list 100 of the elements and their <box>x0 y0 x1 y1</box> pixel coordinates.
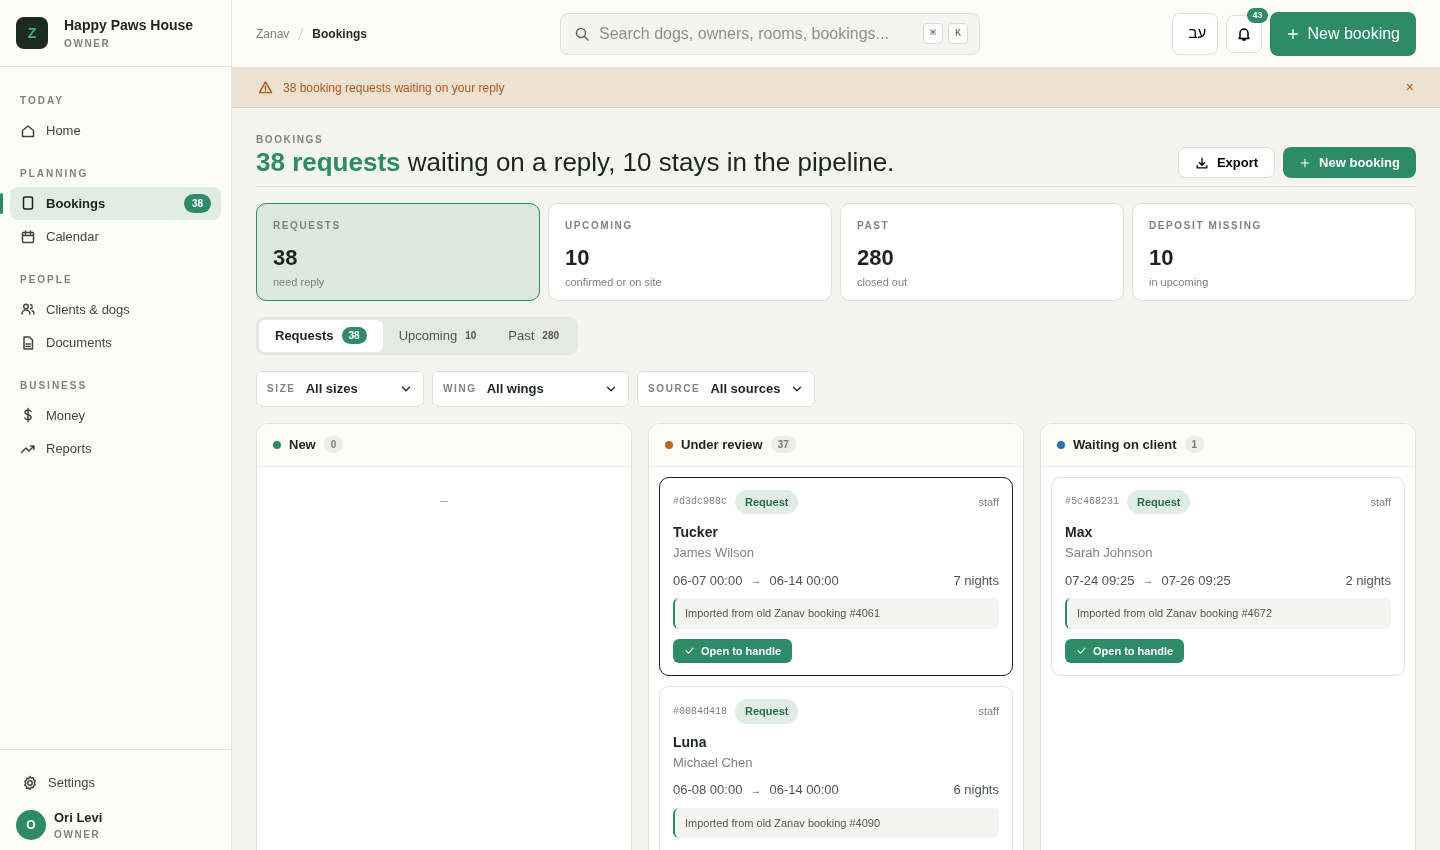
banner-message: 38 booking requests waiting on your reply <box>283 79 505 97</box>
end-date: 06-14 00:00 <box>769 571 839 590</box>
sidebar-item[interactable]: Documents <box>10 326 221 360</box>
stat-value: 38 <box>273 244 299 273</box>
stat-card[interactable]: PAST 280 closed out <box>840 203 1124 302</box>
source-label: staff <box>978 494 999 510</box>
people-icon <box>20 301 36 318</box>
sidebar-item[interactable]: Home <box>10 114 221 148</box>
column-title: Under review <box>681 435 763 454</box>
breadcrumb-link[interactable]: Zanav <box>256 24 290 43</box>
filter-dropdown[interactable]: SOURCE All sources <box>637 370 816 407</box>
download-icon <box>1194 155 1209 170</box>
notifications-button[interactable] <box>1225 14 1262 53</box>
column-title: New <box>289 435 316 454</box>
section-label: TODAY <box>19 94 65 108</box>
stat-label: PAST <box>857 219 891 234</box>
plus-icon <box>1299 156 1312 169</box>
plus-icon <box>1285 26 1300 41</box>
booking-id: #0084d418 <box>673 704 727 719</box>
stat-note: confirmed or on site <box>565 275 663 291</box>
stat-value: 280 <box>857 244 895 273</box>
check-icon <box>1076 645 1087 657</box>
column-count: 1 <box>1184 436 1205 454</box>
request-tag: Request <box>1127 489 1191 515</box>
tab[interactable]: Requests 38 <box>259 320 383 352</box>
dog-name: Tucker <box>673 523 719 543</box>
source-label: staff <box>1370 494 1391 510</box>
breadcrumb-current: Bookings <box>312 25 368 43</box>
notification-count: 43 <box>1247 7 1268 23</box>
filter-value: All sizes <box>305 379 358 398</box>
document-icon <box>20 195 36 212</box>
file-icon <box>20 334 36 351</box>
filter-dropdown[interactable]: WING All wings <box>432 370 629 407</box>
booking-id: #5c468231 <box>1065 495 1119 510</box>
filter-value: All sources <box>710 379 781 398</box>
booking-card[interactable]: #5c468231 Request staff Max Sarah Johnson 07-24 09:25 → 07-26 09:25 2 nights Imported from old Zanav booking #4672 Open to handle <box>1051 476 1405 677</box>
home-icon <box>20 122 36 139</box>
settings-link[interactable]: Settings <box>16 766 215 800</box>
nights-count: 7 nights <box>953 571 999 590</box>
sidebar-item[interactable]: Clients & dogs <box>10 292 221 326</box>
dog-name: Max <box>1065 523 1094 543</box>
request-tag: Request <box>735 489 799 515</box>
brand-role: OWNER <box>64 37 112 51</box>
open-button[interactable]: Open to handle <box>673 638 793 664</box>
search-icon <box>574 25 590 42</box>
filter-dropdown[interactable]: SIZE All sizes <box>256 370 424 407</box>
filter-value: All wings <box>486 379 544 398</box>
end-date: 07-26 09:25 <box>1161 571 1231 590</box>
section-label: PLANNING <box>19 166 90 181</box>
settings-icon <box>22 774 38 791</box>
arrow-icon: → <box>1142 572 1154 589</box>
user-role: OWNER <box>54 828 102 842</box>
booking-card[interactable]: #0084d418 Request staff Luna Michael Chen 06-08 00:00 → 06-14 00:00 6 nights Imported from old Zanav booking #4090 <box>659 686 1013 850</box>
tab[interactable]: Upcoming 10 <box>382 320 493 352</box>
stat-note: closed out <box>857 275 909 291</box>
filter-label: WING <box>443 382 477 397</box>
tab-count: 10 <box>465 329 477 344</box>
tab-count: 38 <box>341 327 367 345</box>
tab[interactable]: Past 280 <box>492 320 575 352</box>
stat-value: 10 <box>1149 244 1175 273</box>
source-label: staff <box>978 704 999 720</box>
booking-note: Imported from old Zanav booking #4061 <box>673 598 999 629</box>
end-date: 06-14 00:00 <box>769 781 839 800</box>
sidebar-item[interactable]: Money <box>10 398 221 432</box>
booking-note: Imported from old Zanav booking #4090 <box>673 807 999 839</box>
warning-icon <box>258 80 273 95</box>
owner-name: James Wilson <box>673 544 755 563</box>
nights-count: 2 nights <box>1345 571 1391 590</box>
stat-label: REQUESTS <box>273 219 342 234</box>
start-date: 06-08 00:00 <box>673 781 743 800</box>
new-booking-button[interactable]: New booking <box>1269 11 1416 56</box>
start-date: 07-24 09:25 <box>1065 571 1135 590</box>
user-name: Ori Levi <box>54 808 103 827</box>
owner-name: Michael Chen <box>673 753 754 772</box>
stat-card[interactable]: REQUESTS 38 need reply <box>256 203 540 302</box>
stat-note: need reply <box>273 275 326 291</box>
close-button[interactable]: × <box>1405 77 1414 98</box>
booking-note: Imported from old Zanav booking #4672 <box>1065 598 1391 629</box>
export-button[interactable]: Export <box>1177 147 1276 179</box>
sidebar-item[interactable]: Reports <box>10 432 221 466</box>
arrow-icon: → <box>750 572 762 589</box>
dog-name: Luna <box>673 732 708 752</box>
page-heading: 38 requests waiting on a reply, 10 stays in the pipeline. <box>256 147 895 179</box>
sidebar-item[interactable]: Calendar <box>10 220 221 254</box>
filter-label: SOURCE <box>648 382 701 397</box>
check-icon <box>684 645 695 657</box>
booking-card[interactable]: #d3dc988c Request staff Tucker James Wilson 06-07 00:00 → 06-14 00:00 7 nights Imported from old Zanav booking #4061 Open to handle <box>659 476 1013 677</box>
stat-card[interactable]: UPCOMING 10 confirmed or on site <box>548 203 832 302</box>
owner-name: Sarah Johnson <box>1065 544 1154 563</box>
language-button[interactable]: עב <box>1171 12 1218 55</box>
column-count: 0 <box>323 436 344 454</box>
logo-mark: Z <box>16 17 48 49</box>
open-button[interactable]: Open to handle <box>1065 638 1185 664</box>
empty-mark: – <box>439 491 449 510</box>
stat-card[interactable]: DEPOSIT MISSING 10 in upcoming <box>1132 203 1416 302</box>
stat-label: DEPOSIT MISSING <box>1149 219 1263 234</box>
start-date: 06-07 00:00 <box>673 571 743 590</box>
stat-value: 10 <box>565 244 591 273</box>
count-badge: 38 <box>183 193 211 213</box>
new-booking-button[interactable]: New booking <box>1283 147 1416 179</box>
